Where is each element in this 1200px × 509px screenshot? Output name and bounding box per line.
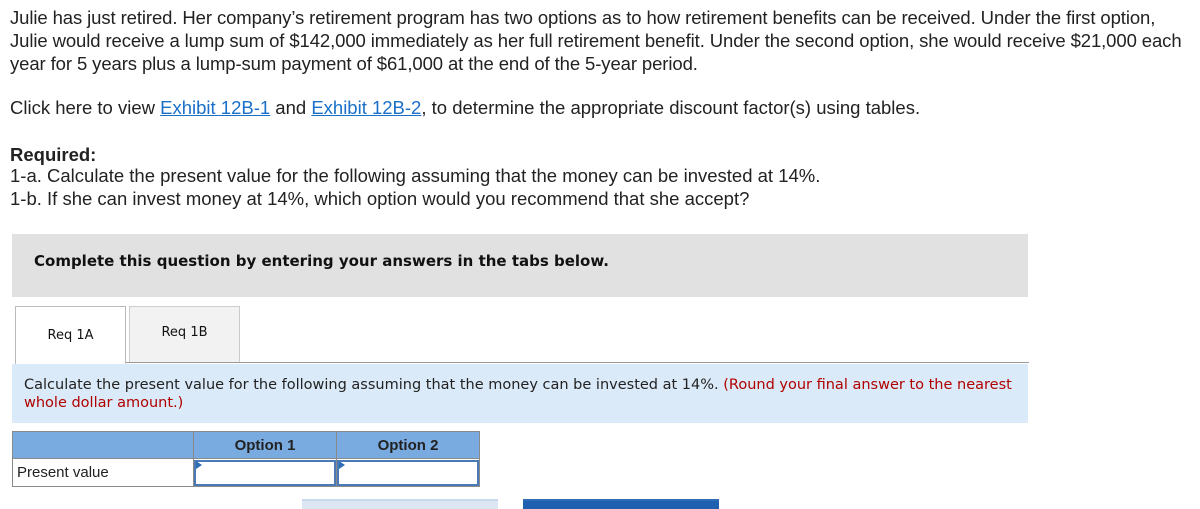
instructions-banner: Complete this question by entering your … xyxy=(12,234,1028,297)
header-option-2: Option 2 xyxy=(336,431,480,459)
option-2-cell xyxy=(336,458,480,487)
exhibit-12b-2-link[interactable]: Exhibit 12B-2 xyxy=(311,97,421,118)
answer-table: Option 1 Option 2 Present value xyxy=(12,431,480,487)
tab-divider xyxy=(126,362,1029,363)
table-header-row: Option 1 Option 2 xyxy=(12,431,480,459)
required-title: Required: xyxy=(10,144,97,165)
option-1-cell xyxy=(193,458,337,487)
option-1-present-value-input[interactable] xyxy=(194,459,336,486)
previous-tab-button[interactable] xyxy=(302,499,498,509)
exhibit-suffix: , to determine the appropriate discount … xyxy=(421,97,921,118)
exhibit-middle: and xyxy=(270,97,312,118)
tab-label: Req 1A xyxy=(47,328,94,343)
problem-intro: Julie has just retired. Her company’s re… xyxy=(10,7,1182,74)
input-flag-icon xyxy=(339,461,345,469)
question-instructions: Calculate the present value for the foll… xyxy=(12,364,1028,423)
option-2-present-value-input[interactable] xyxy=(337,459,479,486)
tab-req-1b[interactable]: Req 1B xyxy=(129,306,240,362)
header-option-1: Option 1 xyxy=(193,431,337,459)
instruction-text: Calculate the present value for the foll… xyxy=(24,377,724,393)
exhibit-line: Click here to view Exhibit 12B-1 and Exh… xyxy=(10,96,920,119)
row-label-present-value: Present value xyxy=(12,458,194,487)
input-flag-icon xyxy=(196,461,202,469)
next-tab-button[interactable] xyxy=(523,499,719,509)
required-item-1a: 1-a. Calculate the present value for the… xyxy=(10,165,821,186)
banner-text: Complete this question by entering your … xyxy=(34,252,609,270)
tab-label: Req 1B xyxy=(161,325,208,340)
table-row: Present value xyxy=(12,458,480,487)
required-item-1b: 1-b. If she can invest money at 14%, whi… xyxy=(10,188,750,209)
header-blank xyxy=(12,431,194,459)
exhibit-prefix: Click here to view xyxy=(10,97,161,118)
exhibit-12b-1-link[interactable]: Exhibit 12B-1 xyxy=(160,97,270,118)
tab-req-1a[interactable]: Req 1A xyxy=(15,306,126,364)
